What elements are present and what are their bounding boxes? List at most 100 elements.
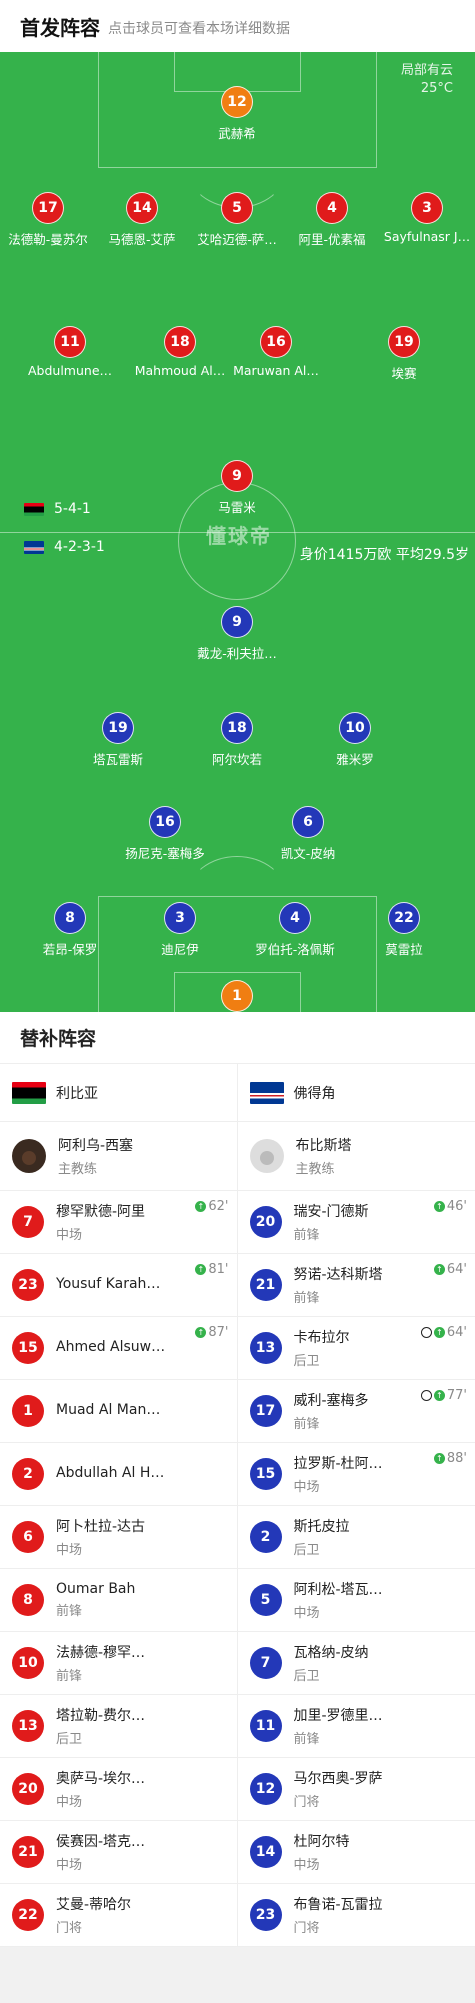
sub-info: 穆罕默德-阿里 中场 — [56, 1201, 166, 1243]
sub-row-home-21[interactable]: 21 侯赛因-塔克… 中场 — [0, 1821, 237, 1884]
sub-row-home-20[interactable]: 20 奥萨马-埃尔… 中场 — [0, 1758, 237, 1821]
player-home-11[interactable]: 11 Abdulmune… — [15, 326, 125, 378]
sub-number: 10 — [12, 1647, 44, 1679]
sub-number: 8 — [12, 1584, 44, 1616]
sub-number: 7 — [249, 1647, 282, 1679]
watermark: 懂球帝 — [206, 524, 272, 548]
sub-name: 瑞安-门德斯 — [293, 1204, 369, 1220]
sub-info: 威利-塞梅多 前锋 — [294, 1390, 404, 1432]
sub-position: 中场 — [56, 1795, 83, 1810]
away-team-header: 佛得角 — [237, 1064, 475, 1122]
sub-row-away-13[interactable]: 13 卡布拉尔 后卫 ↑ 64' — [237, 1317, 475, 1380]
sub-position: 门将 — [293, 1795, 320, 1810]
home-coach[interactable]: 阿利乌-西塞 主教练 — [0, 1122, 237, 1191]
player-name: 扬尼克-塞梅多 — [125, 846, 205, 861]
player-away-4[interactable]: 4 罗伯托-洛佩斯 — [240, 902, 350, 958]
player-number: 8 — [54, 902, 86, 934]
player-home-19[interactable]: 19 埃赛 — [349, 326, 459, 382]
sub-name: 法赫德-穆罕… — [56, 1645, 146, 1661]
sub-info: Oumar Bah 前锋 — [56, 1581, 166, 1619]
player-home-14[interactable]: 14 马德恩-艾萨 — [87, 192, 197, 248]
sub-on-icon: ↑ — [433, 1390, 445, 1401]
player-away-8[interactable]: 8 若昂-保罗 — [15, 902, 125, 958]
player-away-16[interactable]: 16 扬尼克-塞梅多 — [110, 806, 220, 862]
sub-info: 布鲁诺-瓦雷拉 门将 — [294, 1894, 404, 1936]
away-subs-column: 佛得角 布比斯塔 主教练 20 瑞安-门德斯 前锋 ↑ 46' 21 努诺-达科斯塔 前锋 ↑ 6… — [237, 1064, 475, 1947]
player-name: 若昂-保罗 — [42, 942, 98, 957]
sub-row-home-15[interactable]: 15 Ahmed Alsuwee ↑ 87' — [0, 1317, 237, 1380]
player-home-9[interactable]: 9 马雷米 — [182, 460, 292, 516]
player-away-18[interactable]: 18 阿尔坎若 — [182, 712, 292, 768]
sub-row-away-14[interactable]: 14 杜阿尔特 中场 — [237, 1821, 475, 1884]
player-away-22[interactable]: 22 莫雷拉 — [349, 902, 459, 958]
player-away-3[interactable]: 3 迪尼伊 — [125, 902, 235, 958]
sub-name: 杜阿尔特 — [293, 1834, 350, 1850]
player-away-6[interactable]: 6 凯文-皮纳 — [253, 806, 363, 862]
sub-info: 奥萨马-埃尔… 中场 — [56, 1768, 166, 1810]
player-away-19[interactable]: 19 塔瓦雷斯 — [63, 712, 173, 768]
sub-number: 12 — [249, 1773, 282, 1805]
coach-role: 主教练 — [295, 1162, 335, 1177]
away-team-value: 身价1415万欧 平均29.5岁 — [299, 547, 469, 563]
player-home-18[interactable]: 18 Mahmoud Al… — [125, 326, 235, 378]
sub-row-away-12[interactable]: 12 马尔西奥-罗萨 门将 — [237, 1758, 475, 1821]
player-away-9[interactable]: 9 戴龙-利夫拉… — [182, 606, 292, 662]
sub-row-home-22[interactable]: 22 艾曼-蒂哈尔 门将 — [0, 1884, 237, 1947]
sub-row-home-1[interactable]: 1 Muad Al Man… — [0, 1380, 237, 1443]
player-home-3[interactable]: 3 Sayfulnasr J… — [372, 192, 475, 244]
sub-row-home-8[interactable]: 8 Oumar Bah 前锋 — [0, 1569, 237, 1632]
sub-number: 2 — [12, 1458, 44, 1490]
player-home-4[interactable]: 4 阿里-优素福 — [277, 192, 387, 248]
sub-position: 后卫 — [293, 1354, 320, 1369]
away-coach[interactable]: 布比斯塔 主教练 — [237, 1122, 475, 1191]
sub-event: ↑ 64' — [420, 1325, 467, 1340]
sub-number: 1 — [12, 1395, 44, 1427]
sub-number: 11 — [249, 1710, 282, 1742]
weather-info: 局部有云 25°C — [401, 62, 453, 98]
sub-info: 努诺-达科斯塔 前锋 — [294, 1264, 404, 1306]
sub-number: 7 — [12, 1206, 44, 1238]
sub-row-home-6[interactable]: 6 阿卜杜拉-达古 中场 — [0, 1506, 237, 1569]
sub-name: Ahmed Alsuwee — [56, 1339, 166, 1355]
sub-number: 14 — [249, 1836, 282, 1868]
player-number: 11 — [54, 326, 86, 358]
sub-row-away-21[interactable]: 21 努诺-达科斯塔 前锋 ↑ 64' — [237, 1254, 475, 1317]
player-number: 19 — [102, 712, 134, 744]
player-name: 罗伯托-洛佩斯 — [255, 942, 335, 957]
sub-row-away-2[interactable]: 2 斯托皮拉 后卫 — [237, 1506, 475, 1569]
sub-row-away-23[interactable]: 23 布鲁诺-瓦雷拉 门将 — [237, 1884, 475, 1947]
sub-on-minute: 46' — [446, 1199, 467, 1214]
player-home-12[interactable]: 12 武赫希 — [182, 86, 292, 142]
sub-row-away-5[interactable]: 5 阿利松-塔瓦… 中场 — [237, 1569, 475, 1632]
sub-row-home-10[interactable]: 10 法赫德-穆罕… 前锋 — [0, 1632, 237, 1695]
lineup-subtitle: 点击球员可查看本场详细数据 — [108, 20, 290, 37]
sub-row-home-7[interactable]: 7 穆罕默德-阿里 中场 ↑ 62' — [0, 1191, 237, 1254]
player-home-5[interactable]: 5 艾哈迈德-萨… — [182, 192, 292, 248]
sub-row-away-20[interactable]: 20 瑞安-门德斯 前锋 ↑ 46' — [237, 1191, 475, 1254]
home-formation-text: 5-4-1 — [54, 501, 91, 517]
sub-row-away-7[interactable]: 7 瓦格纳-皮纳 后卫 — [237, 1632, 475, 1695]
sub-on-icon: ↑ — [433, 1264, 445, 1275]
player-name: 阿里-优素福 — [298, 232, 366, 247]
player-name: Maruwan Al… — [233, 363, 319, 378]
sub-info: 杜阿尔特 中场 — [294, 1831, 404, 1873]
sub-info: Ahmed Alsuwee — [56, 1339, 166, 1355]
player-away-10[interactable]: 10 雅米罗 — [300, 712, 410, 768]
sub-row-home-13[interactable]: 13 塔拉勒-费尔… 后卫 — [0, 1695, 237, 1758]
sub-row-home-2[interactable]: 2 Abdullah Al Huti — [0, 1443, 237, 1506]
player-number: 12 — [221, 86, 253, 118]
coach-name: 阿利乌-西塞 — [58, 1138, 134, 1154]
sub-position: 门将 — [56, 1921, 83, 1936]
player-home-16[interactable]: 16 Maruwan Al… — [221, 326, 331, 378]
sub-row-away-17[interactable]: 17 威利-塞梅多 前锋 ↑ 77' — [237, 1380, 475, 1443]
sub-on-icon: ↑ — [433, 1201, 445, 1212]
sub-row-away-15[interactable]: 15 拉罗斯-杜阿… 中场 ↑ 88' — [237, 1443, 475, 1506]
player-name: 戴龙-利夫拉… — [197, 646, 277, 661]
weather-condition: 局部有云 — [400, 63, 453, 78]
player-number: 9 — [221, 460, 253, 492]
sub-row-away-11[interactable]: 11 加里-罗德里… 前锋 — [237, 1695, 475, 1758]
sub-row-home-23[interactable]: 23 Yousuf Karah… ↑ 81' — [0, 1254, 237, 1317]
player-number: 14 — [126, 192, 158, 224]
player-away-1[interactable]: 1沃齐尼亚 — [182, 980, 292, 1012]
player-name: 凯文-皮纳 — [280, 846, 336, 861]
